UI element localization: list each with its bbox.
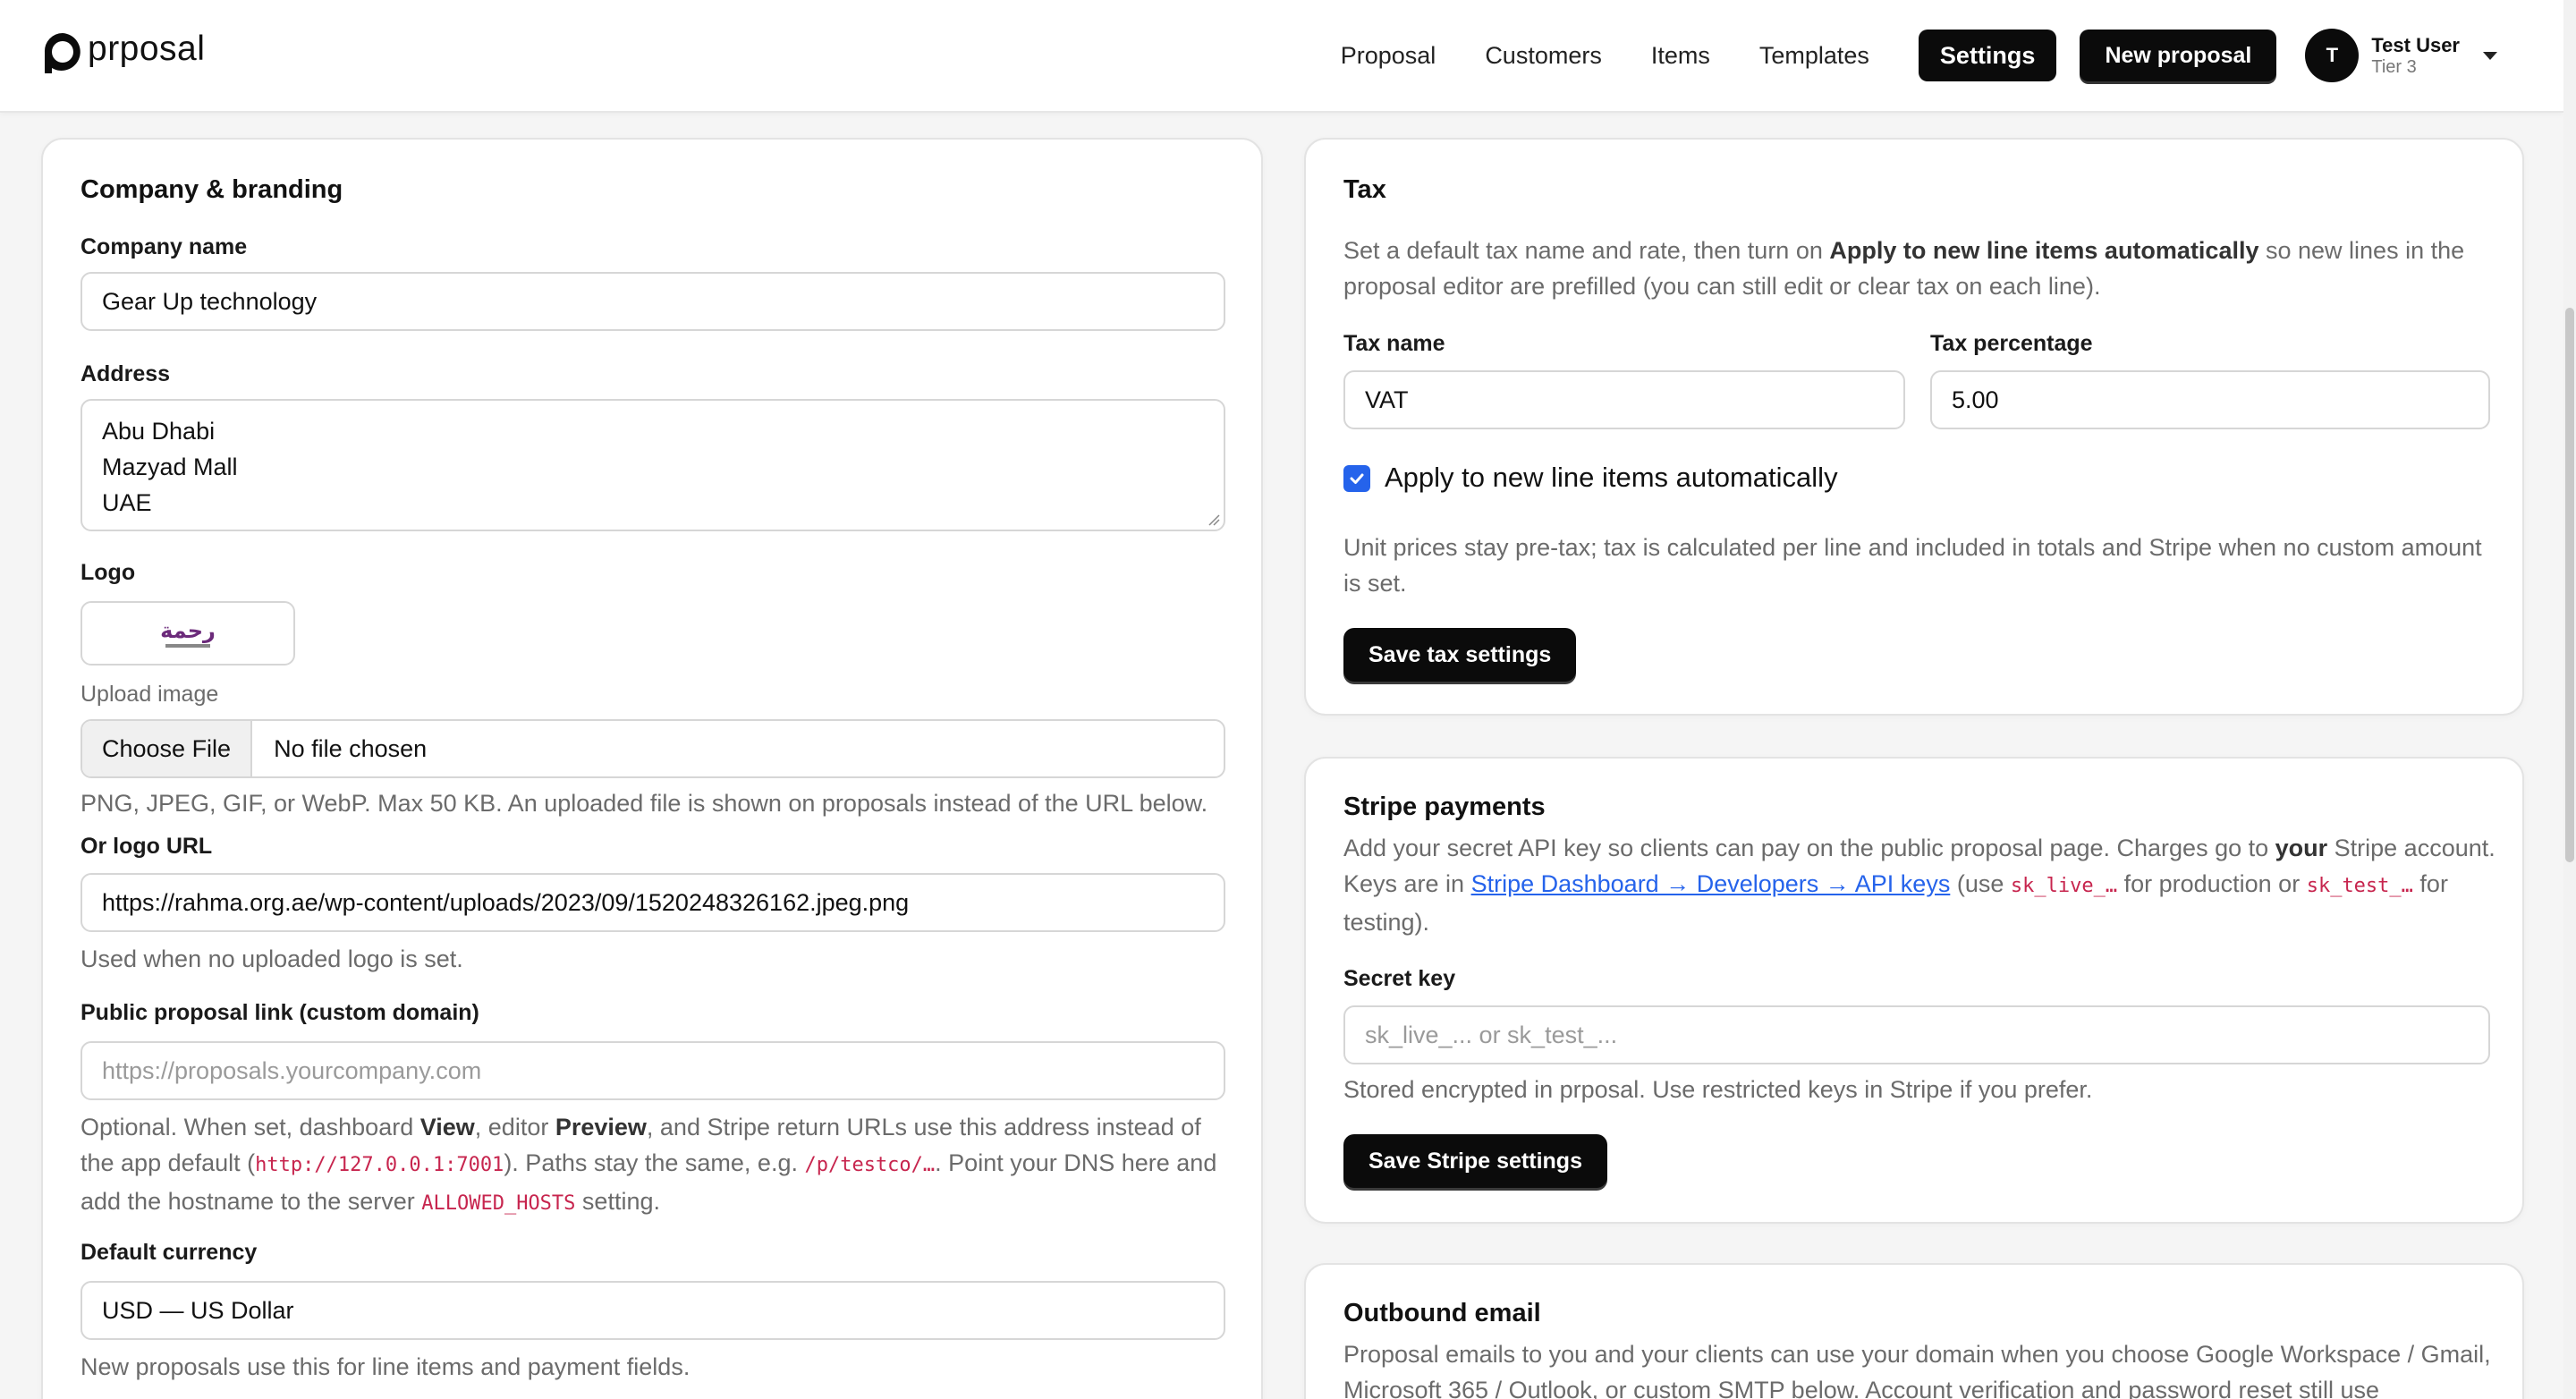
tax-intro: Set a default tax name and rate, then tu… [1343, 237, 2465, 300]
currency-label: Default currency [80, 1240, 258, 1265]
address-textarea[interactable]: Abu Dhabi Mazyad Mall UAE [80, 399, 1225, 531]
currency-help: New proposals use this for line items an… [80, 1353, 691, 1380]
nav-link-proposal[interactable]: Proposal [1341, 29, 1436, 82]
card-title: Tax [1343, 175, 1386, 204]
secret-key-label: Secret key [1343, 966, 1456, 991]
card-title: Stripe payments [1343, 793, 1546, 821]
nav-link-customers[interactable]: Customers [1485, 29, 1602, 82]
nav-link-items[interactable]: Items [1651, 29, 1710, 82]
nav-link-settings[interactable]: Settings [1918, 30, 2057, 81]
logo-preview: رحمة [80, 601, 295, 666]
company-name-input[interactable]: Gear Up technology [80, 272, 1225, 331]
secret-key-input[interactable]: sk_live_... or sk_test_... [1343, 1005, 2490, 1064]
apply-auto-checkbox[interactable] [1343, 465, 1370, 492]
card-title: Company & branding [80, 175, 343, 204]
save-tax-button[interactable]: Save tax settings [1343, 628, 1577, 682]
email-intro: Proposal emails to you and your clients … [1343, 1341, 2491, 1399]
check-icon [1350, 473, 1364, 484]
chevron-down-icon[interactable] [2483, 51, 2497, 60]
address-line: Mazyad Mall [102, 454, 238, 480]
stripe-api-keys-link[interactable]: Stripe Dashboard → Developers → API keys [1471, 870, 1951, 897]
public-link-input[interactable]: https://proposals.yourcompany.com [80, 1041, 1225, 1100]
nav-link-templates[interactable]: Templates [1759, 29, 1869, 82]
logo-label: Logo [80, 560, 136, 585]
save-stripe-button[interactable]: Save Stripe settings [1343, 1134, 1607, 1188]
logo-wordmark: رحمة [160, 617, 216, 643]
address-label: Address [80, 361, 171, 386]
logo-url-input[interactable]: https://rahma.org.ae/wp-content/uploads/… [80, 873, 1225, 932]
stripe-intro: Add your secret API key so clients can p… [1343, 835, 2496, 936]
avatar[interactable]: T [2305, 29, 2360, 82]
tax-name-input[interactable]: VAT [1343, 370, 1905, 429]
new-proposal-button[interactable]: New proposal [2080, 30, 2277, 81]
apply-auto-label[interactable]: Apply to new line items automatically [1385, 462, 1838, 494]
tax-percentage-input[interactable]: 5.00 [1930, 370, 2490, 429]
currency-select[interactable]: USD — US Dollar [80, 1281, 1225, 1340]
brand-name: prposal [88, 30, 206, 68]
scrollbar[interactable] [2563, 0, 2576, 1399]
logo-file-input[interactable]: Choose File No file chosen [80, 719, 1225, 778]
brand-logo[interactable]: prposal [41, 30, 205, 75]
public-link-label: Public proposal link (custom domain) [80, 1000, 479, 1025]
prposal-logo-icon [41, 30, 84, 75]
top-navbar: prposal Proposal Customers Items Templat… [0, 0, 2563, 113]
user-menu[interactable]: Test User Tier 3 [2371, 33, 2460, 77]
stripe-card: Stripe payments Add your secret API key … [1304, 757, 2524, 1224]
main-nav: Proposal Customers Items Templates Setti… [1341, 29, 2563, 82]
card-title: Outbound email [1343, 1299, 1541, 1327]
upload-image-label: Upload image [80, 682, 219, 707]
user-tier: Tier 3 [2371, 56, 2417, 77]
choose-file-button[interactable]: Choose File [82, 721, 253, 776]
scrollbar-thumb[interactable] [2565, 308, 2574, 862]
address-line: UAE [102, 489, 152, 516]
company-branding-card: Company & branding Company name Gear Up … [41, 138, 1263, 1399]
logo-url-label: Or logo URL [80, 834, 213, 859]
outbound-email-card: Outbound email Proposal emails to you an… [1304, 1263, 2524, 1399]
logo-url-help: Used when no uploaded logo is set. [80, 945, 463, 972]
tax-percentage-label: Tax percentage [1930, 331, 2093, 356]
file-status: No file chosen [274, 735, 428, 762]
resize-grip-icon[interactable] [1208, 513, 1220, 526]
user-name: Test User [2371, 33, 2460, 56]
logo-tagline-graphic [165, 643, 210, 648]
company-name-label: Company name [80, 234, 248, 259]
tax-note: Unit prices stay pre-tax; tax is calcula… [1343, 534, 2482, 597]
secret-key-help: Stored encrypted in prposal. Use restric… [1343, 1076, 2093, 1103]
address-line: Abu Dhabi [102, 418, 216, 445]
public-link-help: Optional. When set, dashboard View, edit… [80, 1114, 1217, 1215]
tax-name-label: Tax name [1343, 331, 1445, 356]
tax-card: Tax Set a default tax name and rate, the… [1304, 138, 2524, 716]
upload-help: PNG, JPEG, GIF, or WebP. Max 50 KB. An u… [80, 790, 1208, 817]
